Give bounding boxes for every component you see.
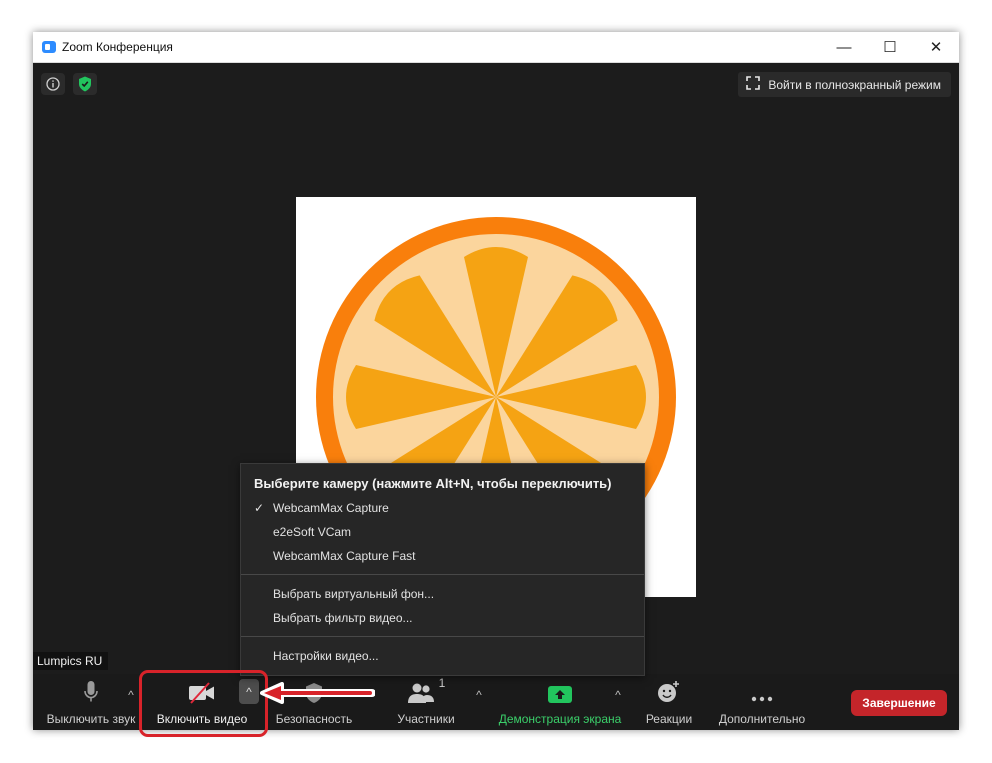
annotation-arrow-icon bbox=[260, 682, 375, 704]
video-filter-label: Выбрать фильтр видео... bbox=[273, 611, 413, 625]
camera-option-webcammax[interactable]: ✓ WebcamMax Capture bbox=[241, 496, 644, 520]
camera-option-label: WebcamMax Capture Fast bbox=[273, 549, 416, 563]
more-button[interactable]: Дополнительно bbox=[714, 674, 810, 730]
video-filter-option[interactable]: Выбрать фильтр видео... bbox=[241, 606, 644, 630]
fullscreen-label: Войти в полноэкранный режим bbox=[768, 77, 941, 92]
end-meeting-button[interactable]: Завершение bbox=[851, 690, 947, 716]
video-settings-option[interactable]: Настройки видео... bbox=[241, 644, 644, 668]
info-icon[interactable] bbox=[41, 73, 65, 95]
zoom-logo-icon bbox=[42, 41, 56, 53]
share-screen-button[interactable]: Демонстрация экрана bbox=[497, 674, 623, 730]
audio-options-caret[interactable]: ^ bbox=[124, 688, 138, 702]
participant-count: 1 bbox=[438, 676, 446, 690]
security-label: Безопасность bbox=[275, 712, 353, 726]
share-screen-icon bbox=[547, 674, 573, 704]
minimize-button[interactable]: — bbox=[821, 32, 867, 62]
video-settings-label: Настройки видео... bbox=[273, 649, 379, 663]
share-options-caret[interactable]: ^ bbox=[611, 688, 625, 702]
mute-label: Выключить звук bbox=[46, 712, 136, 726]
title-bar: Zoom Конференция — ☐ ✕ bbox=[33, 32, 959, 63]
camera-option-webcammax-fast[interactable]: WebcamMax Capture Fast bbox=[241, 544, 644, 568]
reactions-icon bbox=[657, 674, 681, 704]
more-icon bbox=[750, 674, 774, 704]
virtual-background-label: Выбрать виртуальный фон... bbox=[273, 587, 435, 601]
camera-option-label: e2eSoft VCam bbox=[273, 525, 352, 539]
participants-button[interactable]: 1 Участники bbox=[393, 674, 459, 730]
camera-menu-header: Выберите камеру (нажмите Alt+N, чтобы пе… bbox=[254, 476, 612, 491]
fullscreen-icon bbox=[746, 76, 761, 93]
more-label: Дополнительно bbox=[718, 712, 806, 726]
window-title: Zoom Конференция bbox=[62, 40, 173, 54]
fullscreen-button[interactable]: Войти в полноэкранный режим bbox=[738, 72, 951, 97]
close-button[interactable]: ✕ bbox=[913, 32, 959, 62]
share-label: Демонстрация экрана bbox=[498, 712, 622, 726]
menu-divider bbox=[241, 574, 644, 575]
microphone-icon bbox=[83, 674, 99, 704]
camera-option-e2esoft[interactable]: e2eSoft VCam bbox=[241, 520, 644, 544]
annotation-highlight-box bbox=[139, 670, 268, 737]
check-icon: ✓ bbox=[254, 501, 265, 515]
mute-button[interactable]: Выключить звук bbox=[43, 674, 139, 730]
participant-name-tag: Lumpics RU bbox=[33, 652, 109, 670]
participants-options-caret[interactable]: ^ bbox=[472, 688, 486, 702]
reactions-label: Реакции bbox=[645, 712, 693, 726]
maximize-button[interactable]: ☐ bbox=[867, 32, 913, 62]
participants-label: Участники bbox=[397, 712, 455, 726]
shield-icon[interactable] bbox=[73, 73, 97, 95]
virtual-background-option[interactable]: Выбрать виртуальный фон... bbox=[241, 582, 644, 606]
participants-icon: 1 bbox=[407, 674, 446, 704]
camera-select-menu: Выберите камеру (нажмите Alt+N, чтобы пе… bbox=[240, 463, 645, 676]
menu-divider bbox=[241, 636, 644, 637]
reactions-button[interactable]: Реакции bbox=[639, 674, 699, 730]
camera-option-label: WebcamMax Capture bbox=[273, 501, 389, 515]
